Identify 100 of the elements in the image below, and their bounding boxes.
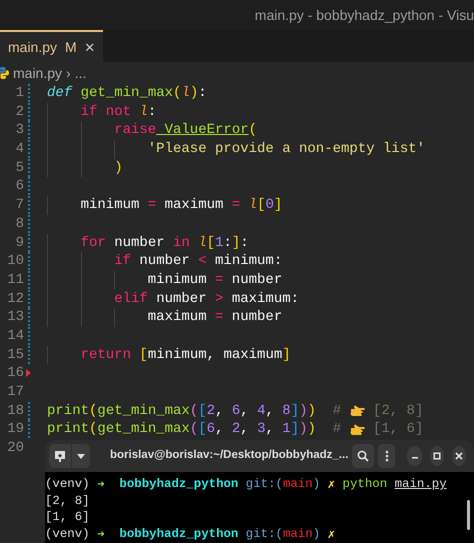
number-literal: 4 xyxy=(256,402,266,420)
prompt-arrow: ➜ xyxy=(97,526,105,542)
number-literal: 2 xyxy=(230,420,240,440)
bracket: ] xyxy=(290,420,300,440)
terminal-text: [1, 6] xyxy=(45,509,90,526)
keyword: return xyxy=(80,346,132,364)
code-text: : xyxy=(223,234,232,252)
bracket: ) xyxy=(308,402,316,420)
function-name: get_min_max xyxy=(97,420,190,440)
window-title: main.py - bobbyhadz_python - Visu xyxy=(254,6,474,25)
scrollbar xyxy=(467,500,470,530)
maximize-icon xyxy=(432,452,441,460)
operator: = xyxy=(232,196,240,215)
file-tab[interactable]: main.py M × xyxy=(0,30,103,62)
code-text: , xyxy=(240,420,249,440)
code-text: , xyxy=(215,402,224,420)
branch-name: main xyxy=(283,526,313,542)
line-number: 1 xyxy=(14,84,24,103)
number-literal: 6 xyxy=(230,402,240,420)
bracket: [ xyxy=(198,402,207,420)
keyword: raise xyxy=(114,121,156,140)
function-name: get_min_max xyxy=(80,84,174,103)
line-number: 13 xyxy=(6,308,24,327)
code-text: , xyxy=(240,402,249,420)
code-text: minimum, maximum xyxy=(148,346,282,364)
maximize-button[interactable] xyxy=(430,446,444,466)
breadcrumb-item[interactable]: ... xyxy=(74,62,86,84)
function-name: print xyxy=(47,402,90,420)
code-comment: # xyxy=(332,402,342,420)
line-number: 11 xyxy=(6,270,24,290)
code-comment: [2, 8] xyxy=(372,402,424,420)
terminal-text: [2, 8] xyxy=(45,492,90,509)
line-number: 10 xyxy=(6,252,24,271)
breadcrumb-item[interactable]: main.py xyxy=(13,62,62,84)
bracket: ) xyxy=(308,420,316,440)
git-label: git:( xyxy=(244,526,283,542)
number-literal: 3 xyxy=(256,420,266,440)
code-text: , xyxy=(266,402,274,420)
operator: = xyxy=(215,308,224,327)
search-button[interactable] xyxy=(352,444,374,468)
string-literal: 'Please provide a non-empty list' xyxy=(148,140,426,159)
terminal-title: borislav@borislav:~/Desktop/bobbyhadz_... xyxy=(109,448,348,464)
directory-name: bobbyhadz_python xyxy=(118,526,238,542)
dirty-mark: ✗ xyxy=(326,526,336,542)
code-text: number xyxy=(155,290,208,308)
code-text: number xyxy=(230,270,282,290)
number-literal: 1 xyxy=(281,420,291,440)
number-literal: 8 xyxy=(281,402,291,420)
search-icon xyxy=(357,450,370,462)
line-number: 20 xyxy=(6,439,24,458)
number-literal: 2 xyxy=(206,402,216,420)
kebab-menu-icon xyxy=(384,450,389,462)
operator: = xyxy=(215,270,224,290)
number-literal: 6 xyxy=(206,420,216,440)
line-number: 3 xyxy=(14,121,24,140)
code-text: number xyxy=(113,234,166,252)
keyword: def xyxy=(47,84,72,103)
keyword: elif xyxy=(114,290,148,308)
code-text: minimum xyxy=(148,270,208,290)
keyword: for xyxy=(80,234,106,252)
close-button[interactable] xyxy=(452,446,466,466)
bracket: ) xyxy=(114,158,123,178)
pointing-hand-icon xyxy=(350,424,365,436)
operator: < xyxy=(198,252,207,271)
function-name: print xyxy=(47,420,90,440)
file-name: main.py xyxy=(394,476,447,492)
parameter: l xyxy=(248,196,258,215)
bracket: ] xyxy=(232,234,240,252)
new-tab-icon xyxy=(54,450,66,462)
code-text: maximum xyxy=(164,196,224,215)
command: python xyxy=(342,476,388,492)
line-number: 2 xyxy=(14,102,24,122)
bracket: ] xyxy=(274,196,282,215)
close-icon xyxy=(454,452,463,460)
line-number: 7 xyxy=(14,196,24,215)
new-tab-button[interactable] xyxy=(49,444,71,468)
bracket: ( xyxy=(89,402,98,420)
line-number: 9 xyxy=(14,234,24,252)
close-icon[interactable]: × xyxy=(84,38,95,56)
python-file-icon xyxy=(0,67,9,79)
function-name: get_min_max xyxy=(97,402,190,420)
line-number: 4 xyxy=(14,140,24,159)
pointing-hand-icon xyxy=(350,405,365,418)
git-label: git:( xyxy=(244,476,283,492)
bracket: ] xyxy=(290,402,300,420)
line-number: 6 xyxy=(14,177,24,196)
bracket: ( xyxy=(190,420,198,440)
bracket: ] xyxy=(282,346,291,364)
operator: > xyxy=(215,290,224,308)
bracket: [ xyxy=(206,234,216,252)
line-number: 17 xyxy=(6,383,24,402)
line-number: 5 xyxy=(14,158,24,178)
bracket: ( xyxy=(173,84,182,103)
menu-button[interactable] xyxy=(378,444,396,468)
code-text: : xyxy=(148,102,156,122)
bracket: ) xyxy=(299,402,308,420)
bracket: [ xyxy=(138,346,148,364)
dropdown-button[interactable] xyxy=(72,444,90,468)
parameter: l xyxy=(197,234,207,252)
minimize-button[interactable] xyxy=(407,446,422,466)
